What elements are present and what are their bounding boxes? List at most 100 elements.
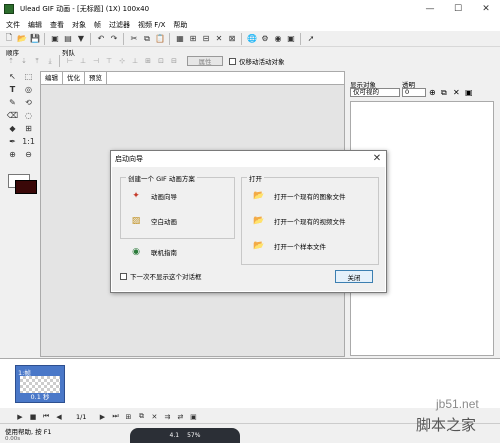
distribute-icon[interactable]: ⊞ xyxy=(142,55,154,67)
fill-tool-icon[interactable]: ◆ xyxy=(5,122,20,134)
paste-icon[interactable]: 📋 xyxy=(154,33,166,45)
menu-object[interactable]: 对象 xyxy=(72,20,86,30)
transform-tool-icon[interactable]: ⟲ xyxy=(21,96,36,108)
dialog-close-button[interactable]: 关闭 xyxy=(335,270,373,283)
restore-button[interactable]: ☐ xyxy=(444,0,472,18)
object-properties-icon[interactable]: ▣ xyxy=(465,88,473,97)
bring-front-icon[interactable]: ⤒ xyxy=(31,55,43,67)
brush-tool-icon[interactable]: ✎ xyxy=(5,96,20,108)
optimize-icon[interactable]: ⚙ xyxy=(259,33,271,45)
crop-tool-icon[interactable]: ⊞ xyxy=(21,122,36,134)
window-close-button[interactable]: ✕ xyxy=(472,0,500,18)
add-video-icon[interactable]: ▤ xyxy=(62,33,74,45)
align-middle-icon[interactable]: ⊹ xyxy=(116,55,128,67)
resize-icon[interactable]: ⊟ xyxy=(200,33,212,45)
option-open-image[interactable]: 📂 打开一个现有的图象文件 xyxy=(253,190,345,202)
new-object-icon[interactable]: ⊕ xyxy=(429,88,436,97)
copy-icon[interactable]: ⧉ xyxy=(141,33,153,45)
menu-bar: 文件 编辑 查看 对象 帧 过滤器 视频 F/X 帮助 xyxy=(0,18,500,31)
align-bottom-icon[interactable]: ⊥ xyxy=(129,55,141,67)
minimize-button[interactable]: — xyxy=(416,0,444,18)
option-open-video[interactable]: 📂 打开一个现有的视频文件 xyxy=(253,215,345,227)
pointer-tool-icon[interactable]: ↖ xyxy=(5,70,20,82)
align-left-icon[interactable]: ⊢ xyxy=(64,55,76,67)
bring-forward-icon[interactable]: ⇡ xyxy=(5,55,17,67)
next-frame-icon[interactable]: ▶ xyxy=(96,411,108,423)
save-icon[interactable]: 💾 xyxy=(29,33,41,45)
menu-edit[interactable]: 编辑 xyxy=(28,20,42,30)
play-icon[interactable]: ▶ xyxy=(14,411,26,423)
last-frame-icon[interactable]: ⏭ xyxy=(109,411,121,423)
move-only-checkbox[interactable] xyxy=(229,57,236,65)
frame-thumbnail[interactable]: 1:帧 0.1 秒 xyxy=(15,365,65,403)
first-frame-icon[interactable]: ⏮ xyxy=(40,411,52,423)
reverse-icon[interactable]: ⇄ xyxy=(174,411,186,423)
delete-frame-icon[interactable]: ✕ xyxy=(148,411,160,423)
split-icon[interactable]: ⊠ xyxy=(226,33,238,45)
redo-icon[interactable]: ↷ xyxy=(108,33,120,45)
tab-edit[interactable]: 编辑 xyxy=(41,72,63,84)
option-animation-wizard[interactable]: ✦ 动画向导 xyxy=(130,190,177,202)
menu-file[interactable]: 文件 xyxy=(6,20,20,30)
tab-preview[interactable]: 预览 xyxy=(85,72,107,84)
main-toolbar: 🗋 📂 💾 ▣ ▤ ▼ ↶ ↷ ✂ ⧉ 📋 ▦ ⊞ ⊟ ✕ ⊠ 🌐 ⚙ ◉ ▣ … xyxy=(0,31,500,47)
group-icon[interactable]: ⊡ xyxy=(155,55,167,67)
menu-video-fx[interactable]: 视频 F/X xyxy=(138,20,165,30)
align-top-icon[interactable]: ⊤ xyxy=(103,55,115,67)
web-icon[interactable]: 🌐 xyxy=(246,33,258,45)
add-image-icon[interactable]: ▣ xyxy=(49,33,61,45)
menu-filter[interactable]: 过滤器 xyxy=(109,20,130,30)
eyedropper-tool-icon[interactable]: ✒ xyxy=(5,135,20,147)
menu-frame[interactable]: 帧 xyxy=(94,20,101,30)
eraser-tool-icon[interactable]: ⌫ xyxy=(5,109,20,121)
zoom-out-icon[interactable]: ⊖ xyxy=(21,148,36,160)
menu-help[interactable]: 帮助 xyxy=(173,20,187,30)
send-back-icon[interactable]: ⤓ xyxy=(44,55,56,67)
undo-icon[interactable]: ↶ xyxy=(95,33,107,45)
magic-wand-tool-icon[interactable]: ◌ xyxy=(21,109,36,121)
tween-icon[interactable]: ⇉ xyxy=(161,411,173,423)
add-frame-icon[interactable]: ⊞ xyxy=(122,411,134,423)
properties-button[interactable]: 属性 xyxy=(187,56,223,66)
paint-bucket-icon[interactable]: ▼ xyxy=(75,33,87,45)
duplicate-object-icon[interactable]: ⧉ xyxy=(441,88,447,98)
new-file-icon[interactable]: 🗋 xyxy=(3,33,15,45)
shuffle-icon[interactable]: ✕ xyxy=(213,33,225,45)
floating-taskbar: 4.1 57% xyxy=(130,428,240,443)
open-folder-icon[interactable]: 📂 xyxy=(16,33,28,45)
option-blank-animation[interactable]: ▨ 空白动画 xyxy=(130,215,177,227)
show-objects-select[interactable]: 仅可视的 xyxy=(350,88,400,97)
prev-frame-icon[interactable]: ◀ xyxy=(53,411,65,423)
actual-size-tool-icon[interactable]: 1:1 xyxy=(21,135,36,147)
text-tool-icon[interactable]: T xyxy=(5,83,20,95)
send-backward-icon[interactable]: ⇣ xyxy=(18,55,30,67)
align-right-icon[interactable]: ⊣ xyxy=(90,55,102,67)
online-guide-icon: ◉ xyxy=(132,247,140,257)
zoom-in-icon[interactable]: ⊕ xyxy=(5,148,20,160)
tab-optimize[interactable]: 优化 xyxy=(63,72,85,84)
toolbar-separator xyxy=(44,32,48,45)
dialog-close-icon[interactable]: ✕ xyxy=(371,152,383,164)
crop-icon[interactable]: ⊞ xyxy=(187,33,199,45)
select-tool-icon[interactable]: ⬚ xyxy=(21,70,36,82)
option-online-guide[interactable]: ◉ 联机指南 xyxy=(130,246,177,258)
background-color-swatch[interactable] xyxy=(15,180,37,194)
taskbar-item-a[interactable]: 4.1 xyxy=(170,432,180,439)
option-open-sample[interactable]: 📂 打开一个样本文件 xyxy=(253,240,326,252)
export-icon[interactable]: ▣ xyxy=(285,33,297,45)
taskbar-item-b[interactable]: 57% xyxy=(187,432,200,439)
ungroup-icon[interactable]: ⊟ xyxy=(168,55,180,67)
menu-view[interactable]: 查看 xyxy=(50,20,64,30)
dont-show-checkbox[interactable] xyxy=(120,272,127,280)
frame-tool-icon[interactable]: ▦ xyxy=(174,33,186,45)
preview-icon[interactable]: ◉ xyxy=(272,33,284,45)
align-center-icon[interactable]: ⊥ xyxy=(77,55,89,67)
delete-object-icon[interactable]: ✕ xyxy=(453,88,460,97)
context-help-icon[interactable]: ➚ xyxy=(305,33,317,45)
cut-icon[interactable]: ✂ xyxy=(128,33,140,45)
transparency-input[interactable]: 0 xyxy=(402,88,426,97)
stop-icon[interactable]: ■ xyxy=(27,411,39,423)
duplicate-frame-icon[interactable]: ⧉ xyxy=(135,411,147,423)
frame-properties-icon[interactable]: ▣ xyxy=(187,411,199,423)
lasso-tool-icon[interactable]: ◎ xyxy=(21,83,36,95)
